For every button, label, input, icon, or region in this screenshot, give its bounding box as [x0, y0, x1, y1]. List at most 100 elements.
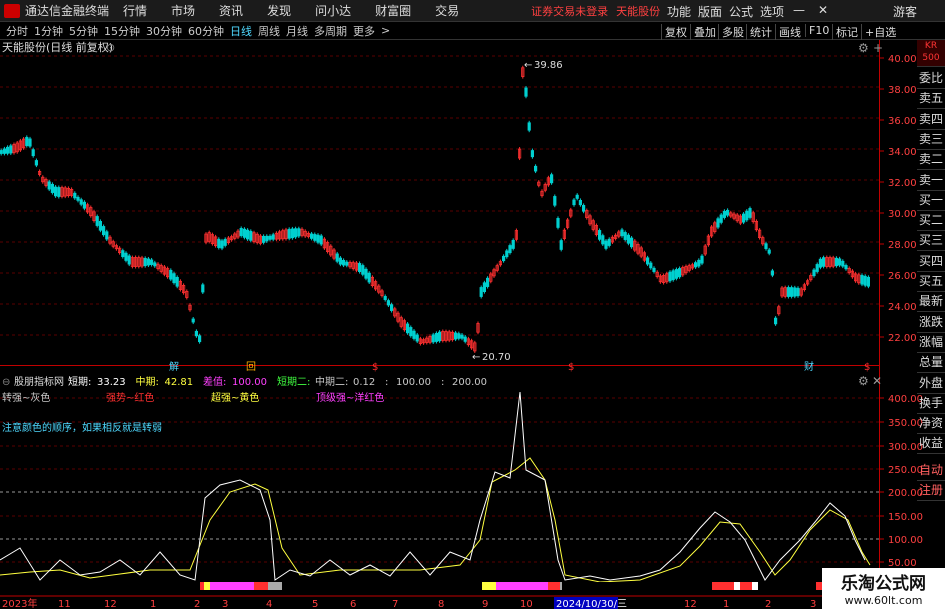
quote-tab[interactable]: 买一 [917, 190, 945, 211]
quote-tab[interactable]: 卖五 [917, 88, 945, 110]
menu-news[interactable]: 资讯 [219, 2, 243, 19]
overlay-button[interactable]: 叠加 [690, 24, 719, 40]
close-icon[interactable]: ✕ [818, 3, 828, 17]
price-tick: 22.00 [888, 333, 917, 344]
period-daily[interactable]: 日线 [230, 23, 252, 39]
minimize-icon[interactable]: — [793, 3, 805, 17]
multi-stock-button[interactable]: 多股 [718, 24, 747, 40]
candle-body [412, 330, 416, 339]
legend-item: 超强~黄色 [211, 391, 259, 404]
candle-body [822, 257, 826, 267]
date-label: 5 [312, 599, 318, 609]
quote-tab[interactable]: 卖二 [917, 149, 945, 171]
period-30min[interactable]: 30分钟 [146, 23, 182, 39]
quote-tab[interactable]: 涨跌 [917, 312, 945, 333]
adjust-button[interactable]: 复权 [661, 24, 690, 40]
candle-body [364, 268, 368, 279]
low-arrow-icon: ← [472, 352, 480, 363]
candle-body [697, 259, 701, 267]
period-1min[interactable]: 1分钟 [34, 23, 63, 39]
menu-bar: 通达信金融终端 行情 市场 资讯 发现 问小达 财富圈 交易 证券交易未登录 天… [0, 0, 945, 22]
period-15min[interactable]: 15分钟 [104, 23, 140, 39]
period-multi[interactable]: 多周期 [314, 23, 347, 39]
date-label: 6 [350, 599, 356, 609]
menu-ask[interactable]: 问小达 [315, 2, 351, 19]
period-60min[interactable]: 60分钟 [188, 23, 224, 39]
kr-badge[interactable]: KR 500 [917, 40, 945, 67]
period-more[interactable]: 更多 [353, 23, 375, 39]
candle-body [678, 268, 682, 278]
quote-tab[interactable]: 最新 [917, 291, 945, 313]
candle-body [149, 259, 154, 265]
candlesticks [0, 65, 871, 353]
quote-tab[interactable]: 自动 [917, 460, 945, 481]
candle-body [361, 265, 365, 275]
quote-tab[interactable]: 注册 [917, 480, 945, 501]
candle-body [860, 275, 864, 285]
menu-guest[interactable]: 游客 [893, 3, 917, 20]
zoom-plus-icon[interactable]: + [873, 41, 883, 55]
period-weekly[interactable]: 周线 [258, 23, 280, 39]
quote-tab[interactable]: 净资 [917, 413, 945, 435]
login-warning[interactable]: 证券交易未登录 [531, 3, 608, 19]
quote-tab[interactable]: 买二 [917, 210, 945, 232]
menu-markets[interactable]: 市场 [171, 2, 195, 19]
candle-body [172, 273, 176, 284]
candle-body [6, 146, 10, 154]
candle-body [217, 238, 221, 248]
menu-trade[interactable]: 交易 [435, 2, 459, 19]
period-monthly[interactable]: 月线 [286, 23, 308, 39]
menu-function[interactable]: 功能 [667, 3, 691, 20]
menu-options[interactable]: 选项 [760, 3, 784, 20]
quote-tab[interactable]: 外盘 [917, 373, 945, 394]
stats-button[interactable]: 统计 [746, 24, 775, 40]
quote-tab[interactable]: 买五 [917, 271, 945, 292]
candle-body [844, 265, 848, 270]
menu-discover[interactable]: 发现 [267, 2, 291, 19]
period-5min[interactable]: 5分钟 [69, 23, 98, 39]
strength-color-bar [0, 582, 879, 590]
quote-tab[interactable]: 卖三 [917, 129, 945, 150]
candle-body [550, 174, 554, 184]
candle-body [102, 226, 106, 236]
quote-tab[interactable]: 买三 [917, 230, 945, 252]
date-label: 3 [810, 599, 816, 609]
menu-market[interactable]: 行情 [123, 2, 147, 19]
f10-button[interactable]: F10 [805, 24, 832, 37]
menu-wealth[interactable]: 财富圈 [375, 2, 411, 19]
candle-body [453, 332, 458, 340]
menu-formula[interactable]: 公式 [729, 3, 753, 20]
quote-tab[interactable]: 涨幅 [917, 332, 945, 353]
add-watchlist-button[interactable]: +自选 [861, 24, 899, 40]
candle-body [405, 323, 410, 334]
quote-tab[interactable]: 换手 [917, 393, 945, 414]
indicator-close-icon[interactable]: ✕ [872, 374, 882, 388]
candle-body [271, 234, 275, 240]
candle-body [863, 275, 867, 286]
candle-body [796, 287, 800, 297]
candle-body [463, 336, 467, 342]
quote-tab[interactable]: 买四 [917, 251, 945, 272]
date-label: 1 [150, 599, 156, 609]
quote-tab[interactable]: 委比 [917, 68, 945, 89]
candle-body [511, 239, 515, 249]
quote-tab[interactable]: 收益 [917, 433, 945, 455]
candle-body [457, 333, 461, 339]
legend-item: 转强~灰色 [2, 391, 50, 404]
candle-body [290, 228, 295, 239]
chevron-right-icon[interactable]: > [381, 24, 390, 37]
menu-layout[interactable]: 版面 [698, 3, 722, 20]
indicator-toggle-icon[interactable]: ⊖ [2, 377, 10, 388]
period-intraday[interactable]: 分时 [6, 23, 28, 39]
mark-button[interactable]: 标记 [832, 24, 861, 40]
settings-gear-icon[interactable]: ⚙ [858, 41, 869, 55]
candle-body [626, 234, 631, 244]
candle-body [79, 199, 83, 205]
quote-tab[interactable]: 卖一 [917, 170, 945, 191]
param-value: 42.81 [165, 377, 194, 388]
quote-tab[interactable]: 总量 [917, 352, 945, 374]
indicator-settings-icon[interactable]: ⚙ [858, 374, 869, 388]
draw-button[interactable]: 画线 [775, 24, 804, 40]
param-label: 短期: [68, 375, 91, 388]
quote-tab[interactable]: 卖四 [917, 109, 945, 130]
